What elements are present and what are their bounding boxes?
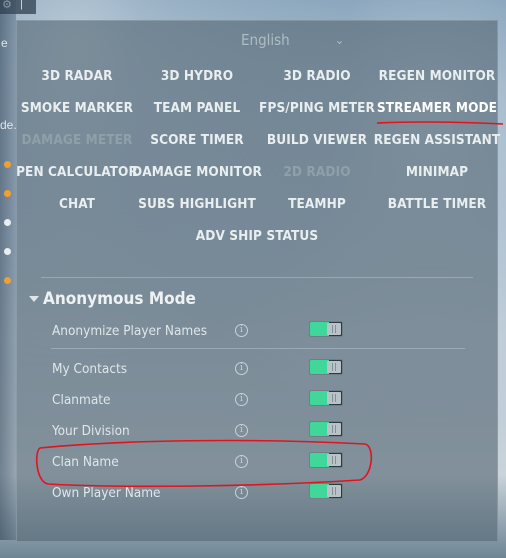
toggle-knob: ||	[327, 361, 341, 373]
toggle-knob: ||	[327, 454, 341, 466]
mod-tab-damage-meter[interactable]: DAMAGE METER	[22, 132, 133, 148]
info-icon[interactable]: i	[235, 455, 248, 468]
toggle-switch[interactable]: ||	[309, 390, 343, 406]
mod-tab-3d-radar[interactable]: 3D RADAR	[41, 68, 112, 84]
mod-tab-build-viewer[interactable]: BUILD VIEWER	[267, 132, 367, 148]
toggle-switch[interactable]: ||	[309, 452, 343, 468]
option-label: Own Player Name	[52, 485, 161, 501]
option-row: My Contacts i ||	[17, 358, 497, 382]
chevron-down-icon: ⌄	[335, 33, 345, 47]
option-row: Own Player Name i ||	[17, 482, 497, 506]
toggle-knob: ||	[327, 392, 341, 404]
mod-tab-regen-assistant[interactable]: REGEN ASSISTANT	[374, 132, 500, 148]
toggle-switch[interactable]: ||	[309, 483, 343, 499]
status-dot	[4, 219, 11, 226]
collapse-triangle-icon[interactable]	[29, 296, 39, 302]
language-label: English	[241, 31, 290, 49]
toggle-knob: ||	[327, 323, 341, 335]
toolbar-separator: |	[20, 0, 23, 10]
background-side-panel: e de.	[0, 0, 17, 540]
mod-tab-team-panel[interactable]: TEAM PANEL	[154, 100, 241, 116]
info-icon[interactable]: i	[235, 424, 248, 437]
side-text-fragment: de.	[0, 118, 17, 132]
option-label: Clanmate	[52, 392, 111, 408]
mod-tab-regen-monitor[interactable]: REGEN MONITOR	[379, 68, 496, 84]
mod-tab-adv-ship-status[interactable]: ADV SHIP STATUS	[196, 228, 318, 244]
mod-tab-smoke-marker[interactable]: SMOKE MARKER	[21, 100, 133, 116]
mod-tab-3d-hydro[interactable]: 3D HYDRO	[161, 68, 233, 84]
mod-tab-fps-ping-meter[interactable]: FPS/PING METER	[259, 100, 375, 116]
side-text-fragment: e	[1, 36, 8, 50]
mod-tab-3d-radio[interactable]: 3D RADIO	[283, 68, 350, 84]
mod-tab-streamer-mode[interactable]: STREAMER MODE	[377, 100, 497, 116]
mod-tab-score-timer[interactable]: SCORE TIMER	[150, 132, 244, 148]
info-icon[interactable]: i	[235, 362, 248, 375]
mod-tab-teamhp[interactable]: TEAMHP	[288, 196, 346, 212]
option-label: Anonymize Player Names	[52, 323, 208, 339]
mod-tab-damage-monitor[interactable]: DAMAGE MONITOR	[132, 164, 262, 180]
mod-tab-subs-highlight[interactable]: SUBS HIGHLIGHT	[138, 196, 256, 212]
option-label: Your Division	[52, 423, 130, 439]
mod-tab-pen-calculator[interactable]: PEN CALCULATOR	[16, 164, 138, 180]
info-icon[interactable]: i	[235, 324, 248, 337]
option-label: Clan Name	[52, 454, 119, 470]
mod-tab-2d-radio[interactable]: 2D RADIO	[283, 164, 350, 180]
options-divider	[51, 348, 465, 349]
option-row: Your Division i ||	[17, 420, 497, 444]
status-dot	[4, 161, 11, 168]
toggle-knob: ||	[327, 423, 341, 435]
mod-tab-chat[interactable]: CHAT	[59, 196, 95, 212]
mod-tab-battle-timer[interactable]: BATTLE TIMER	[388, 196, 487, 212]
section-title: Anonymous Mode	[43, 289, 196, 309]
toggle-switch[interactable]: ||	[309, 421, 343, 437]
mod-tab-minimap[interactable]: MINIMAP	[406, 164, 468, 180]
status-dot	[4, 277, 11, 284]
toggle-knob: ||	[327, 485, 341, 497]
status-dot	[4, 248, 11, 255]
status-dot	[4, 190, 11, 197]
option-label: My Contacts	[52, 361, 128, 377]
info-icon[interactable]: i	[235, 486, 248, 499]
option-row: Anonymize Player Names i ||	[17, 320, 497, 344]
info-icon[interactable]: i	[235, 393, 248, 406]
toggle-switch[interactable]: ||	[309, 321, 343, 337]
option-row: Clan Name i ||	[17, 451, 497, 475]
option-row: Clanmate i ||	[17, 389, 497, 413]
mods-settings-panel: English ⌄ 3D RADAR 3D HYDRO 3D RADIO REGEN …	[16, 20, 500, 542]
toggle-switch[interactable]: ||	[309, 359, 343, 375]
section-divider	[41, 277, 473, 278]
